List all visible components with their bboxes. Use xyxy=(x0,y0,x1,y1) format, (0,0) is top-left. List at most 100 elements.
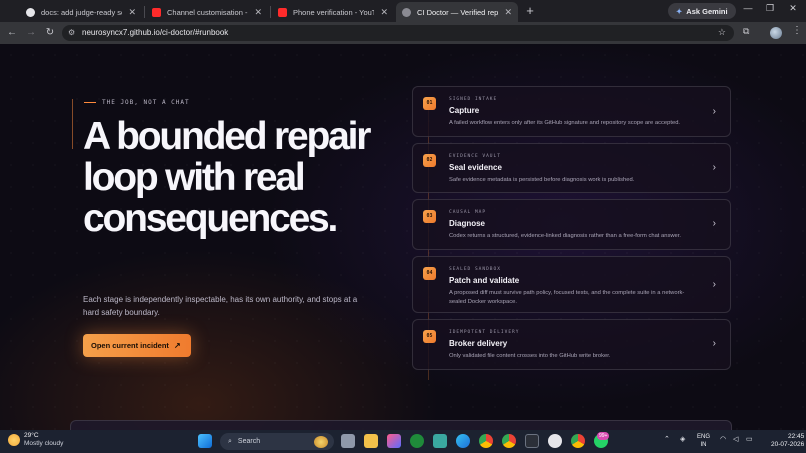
weather-temperature: 29°C xyxy=(24,432,39,439)
stage-card-patch-validate[interactable]: 04 SEALED SANDBOX Patch and validate A p… xyxy=(412,256,731,313)
github-icon xyxy=(26,7,35,17)
language-code: ENG xyxy=(697,434,711,440)
ask-gemini-label: Ask Gemini xyxy=(686,6,728,16)
profile-avatar[interactable] xyxy=(770,27,782,39)
system-clock[interactable]: 22:45 20-07-2026 xyxy=(771,433,804,449)
back-button[interactable]: ← xyxy=(5,26,19,40)
url-text: neurosyncx7.github.io/ci-doctor/#runbook xyxy=(82,28,229,37)
chevron-right-icon: › xyxy=(712,162,716,173)
bookmark-star-icon[interactable]: ☆ xyxy=(718,27,726,38)
chevron-up-icon[interactable]: ⌃ xyxy=(664,435,670,443)
tab-github-pr[interactable]: docs: add judge-ready setup ar ✕ xyxy=(20,2,142,22)
terminal-icon[interactable] xyxy=(525,434,539,448)
stage-description: Only validated file content crosses into… xyxy=(449,353,611,359)
windows-taskbar: 29°C Mostly cloudy ⌕ Search 99+ ⌃ ◈ ENG … xyxy=(0,430,806,453)
notification-badge: 99+ xyxy=(597,432,610,440)
browser-toolbar: ← → ↻ ⚙ neurosyncx7.github.io/ci-doctor/… xyxy=(0,22,806,44)
close-icon[interactable]: ✕ xyxy=(504,7,512,18)
start-button[interactable] xyxy=(198,434,212,448)
tab-ci-doctor[interactable]: CI Doctor — Verified repair ✕ xyxy=(396,2,518,22)
copilot-icon[interactable] xyxy=(387,434,401,448)
stage-description: A failed workflow enters only after its … xyxy=(449,120,681,126)
volume-icon[interactable]: ◁ xyxy=(733,435,738,443)
stage-title: Seal evidence xyxy=(449,163,502,172)
chevron-right-icon: › xyxy=(712,279,716,290)
page-lede: Each stage is independently inspectable,… xyxy=(83,295,358,317)
weather-widget[interactable]: 29°C Mostly cloudy xyxy=(8,432,63,448)
chatgpt-icon[interactable] xyxy=(548,434,562,448)
youtube-icon xyxy=(152,7,161,17)
weather-icon xyxy=(8,434,20,446)
eyebrow-text: THE JOB, NOT A CHAT xyxy=(102,99,190,106)
xbox-icon[interactable] xyxy=(410,434,424,448)
file-explorer-icon[interactable] xyxy=(364,434,378,448)
next-section-panel xyxy=(70,420,732,430)
language-indicator[interactable]: ENG IN xyxy=(697,433,710,449)
new-tab-button[interactable]: + xyxy=(522,3,538,19)
wifi-icon[interactable]: ◠ xyxy=(720,435,726,443)
tab-title: CI Doctor — Verified repair xyxy=(417,7,499,17)
stage-tag: EVIDENCE VAULT xyxy=(449,154,501,159)
stage-title: Broker delivery xyxy=(449,339,508,348)
restore-button[interactable]: ❐ xyxy=(763,3,777,14)
stage-title: Capture xyxy=(449,106,480,115)
app-icon[interactable] xyxy=(433,434,447,448)
taskbar-search[interactable]: ⌕ Search xyxy=(220,433,334,450)
eyebrow-dash xyxy=(84,102,96,103)
tab-title: Channel customisation - YouTu xyxy=(167,7,248,17)
stage-card-diagnose[interactable]: 03 CAUSAL MAP Diagnose Codex returns a s… xyxy=(412,199,731,250)
section-eyebrow: THE JOB, NOT A CHAT xyxy=(84,99,190,106)
weather-condition: Mostly cloudy xyxy=(24,440,64,447)
close-window-button[interactable]: ✕ xyxy=(786,3,800,14)
battery-icon[interactable]: ▭ xyxy=(746,435,753,443)
forward-button[interactable]: → xyxy=(24,26,38,40)
edge-icon[interactable] xyxy=(456,434,470,448)
tab-strip: docs: add judge-ready setup ar ✕ Channel… xyxy=(0,0,806,22)
clock-time: 22:45 xyxy=(787,433,805,440)
minimize-button[interactable]: — xyxy=(741,3,755,13)
search-highlight-icon xyxy=(314,435,328,448)
close-icon[interactable]: ✕ xyxy=(128,7,136,18)
chrome-active-icon[interactable] xyxy=(571,434,585,448)
stage-tag: SEALED SANDBOX xyxy=(449,267,501,272)
close-icon[interactable]: ✕ xyxy=(380,7,388,18)
tab-title: docs: add judge-ready setup ar xyxy=(41,7,122,17)
reload-button[interactable]: ↻ xyxy=(43,26,57,40)
stage-title: Patch and validate xyxy=(449,276,520,285)
clock-date: 20-07-2026 xyxy=(771,441,805,448)
stage-tag: CAUSAL MAP xyxy=(449,210,487,215)
chevron-right-icon: › xyxy=(712,218,716,229)
stage-description: Codex returns a structured, evidence-lin… xyxy=(449,233,681,239)
tab-youtube-channel[interactable]: Channel customisation - YouTu ✕ xyxy=(146,2,268,22)
browser-menu-icon[interactable]: ⋮ xyxy=(792,25,802,36)
ask-gemini-button[interactable]: ✦ Ask Gemini xyxy=(668,3,736,19)
chevron-right-icon: › xyxy=(712,106,716,117)
address-bar[interactable]: ⚙ neurosyncx7.github.io/ci-doctor/#runbo… xyxy=(62,25,734,41)
stage-card-broker-delivery[interactable]: 05 IDEMPOTENT DELIVERY Broker delivery O… xyxy=(412,319,731,370)
security-icon[interactable]: ◈ xyxy=(680,435,685,443)
open-incident-label: Open current incident xyxy=(91,341,169,350)
page-headline: A bounded repair loop with real conseque… xyxy=(83,115,371,240)
search-icon: ⌕ xyxy=(228,437,232,445)
arrow-up-right-icon: ↗ xyxy=(173,341,181,350)
stage-number: 05 xyxy=(423,330,436,343)
stage-card-seal-evidence[interactable]: 02 EVIDENCE VAULT Seal evidence Safe evi… xyxy=(412,143,731,193)
stage-card-capture[interactable]: 01 SIGNED INTAKE Capture A failed workfl… xyxy=(412,86,731,137)
stage-description: Safe evidence metadata is persisted befo… xyxy=(449,177,635,183)
close-icon[interactable]: ✕ xyxy=(254,7,262,18)
chrome-profile-icon[interactable] xyxy=(502,434,516,448)
language-region: IN xyxy=(700,442,707,448)
tab-youtube-phone[interactable]: Phone verification - YouTube ✕ xyxy=(272,2,394,22)
site-info-icon[interactable]: ⚙ xyxy=(68,28,75,37)
open-incident-button[interactable]: Open current incident ↗ xyxy=(83,334,191,357)
gemini-sparkle-icon: ✦ xyxy=(676,6,683,16)
tab-title: Phone verification - YouTube xyxy=(293,7,375,17)
stage-tag: SIGNED INTAKE xyxy=(449,97,498,102)
runbook-section: THE JOB, NOT A CHAT A bounded repair loo… xyxy=(0,44,806,430)
chrome-icon[interactable] xyxy=(479,434,493,448)
chevron-right-icon: › xyxy=(712,338,716,349)
extensions-icon[interactable]: ⧉ xyxy=(743,26,749,37)
task-view-icon[interactable] xyxy=(341,434,355,448)
stage-tag: IDEMPOTENT DELIVERY xyxy=(449,330,520,335)
youtube-icon xyxy=(278,7,287,17)
